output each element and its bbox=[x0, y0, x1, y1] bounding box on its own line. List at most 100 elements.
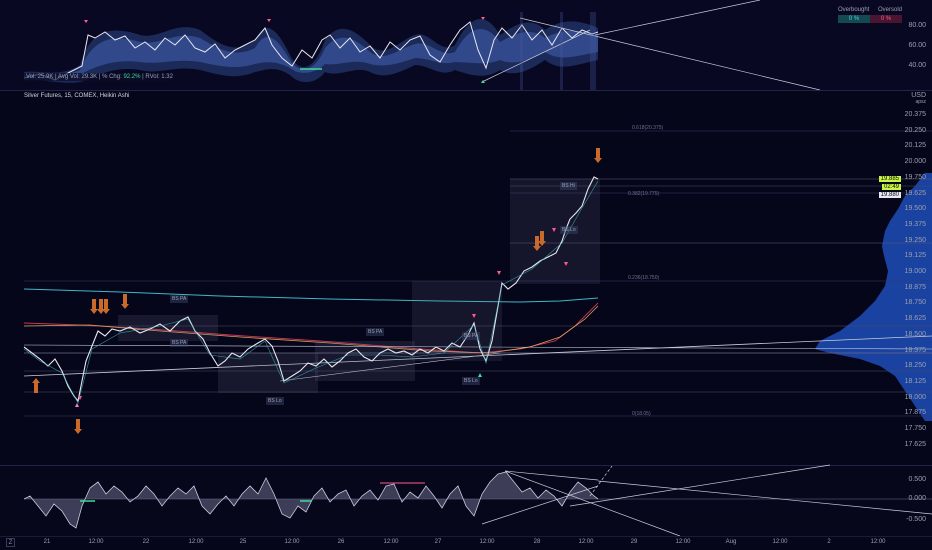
countdown-tag: 02:49 bbox=[881, 184, 901, 190]
moving-average-orange bbox=[23, 305, 599, 354]
range-box bbox=[118, 315, 218, 341]
overbought-value: 0 % bbox=[838, 15, 870, 23]
price-axis-label: 18.750 bbox=[904, 299, 926, 307]
volume-stat: Vol: 25.9K bbox=[26, 74, 54, 80]
time-axis-label: 27 bbox=[434, 539, 442, 545]
top-axis-label: 40.00 bbox=[908, 62, 926, 69]
highlight-region bbox=[560, 12, 563, 90]
prev-price-tag: 19.880 bbox=[878, 192, 901, 198]
price-axis-label: 19.000 bbox=[904, 268, 926, 275]
time-axis-label: 25 bbox=[239, 539, 247, 545]
time-axis-label: 12:00 bbox=[188, 539, 204, 545]
sell-arrow bbox=[102, 299, 110, 314]
price-axis-label: 19.625 bbox=[904, 189, 926, 197]
sell-arrow bbox=[121, 294, 129, 309]
bottom-axis-label: 0.500 bbox=[908, 476, 926, 483]
price-axis-label: 20.375 bbox=[904, 111, 926, 118]
price-axis-label: 18.125 bbox=[904, 377, 926, 385]
last-price-tag: 19.885 bbox=[878, 176, 901, 182]
price-chart-pane[interactable]: Silver Futures, 15, COMEX, Heikin Ashi B… bbox=[0, 91, 932, 465]
top-axis-label: 80.00 bbox=[908, 22, 926, 29]
time-axis-label: 12:00 bbox=[675, 539, 691, 545]
sell-arrow bbox=[74, 419, 82, 434]
currency-label: USD bbox=[911, 92, 926, 99]
time-axis-label: 2 bbox=[827, 539, 831, 545]
fib-level-label: 0.618(20.375) bbox=[632, 125, 664, 131]
range-box-label: BS Lo bbox=[560, 226, 578, 234]
range-box-label: BS PA bbox=[462, 332, 481, 340]
moving-average-teal bbox=[23, 288, 599, 303]
time-axis-label: 12:00 bbox=[578, 539, 594, 545]
top-axis-label: 60.00 bbox=[908, 42, 926, 49]
price-axis-label: 18.625 bbox=[904, 315, 926, 323]
price-axis-label: 20.000 bbox=[904, 158, 926, 166]
buy-signal-marker bbox=[75, 403, 79, 407]
range-box-label: BS PA bbox=[366, 328, 385, 336]
price-axis-label: 19.125 bbox=[904, 252, 926, 260]
bottom-axis-label: 0.000 bbox=[908, 495, 926, 502]
price-axis-label: 18.500 bbox=[904, 330, 926, 338]
buy-arrow bbox=[32, 378, 40, 393]
oscillator-bottom-svg bbox=[23, 464, 932, 537]
time-axis-label: Aug bbox=[725, 539, 737, 545]
currency-sublabel: apsz bbox=[915, 99, 926, 105]
rvol-stat: RVol: 1.32 bbox=[145, 74, 173, 80]
range-box bbox=[218, 353, 318, 393]
price-axis-label: 18.375 bbox=[904, 346, 926, 354]
range-box-label: BS Lo bbox=[266, 397, 284, 405]
price-axis-label: 17.750 bbox=[904, 425, 926, 432]
time-axis-label: 26 bbox=[337, 539, 345, 545]
oscillator-pane-bottom[interactable]: 0.500 0.000 -0.500 bbox=[0, 464, 932, 537]
pct-change-value: 92.2% bbox=[123, 74, 141, 80]
symbol-legend[interactable]: Silver Futures, 15, COMEX, Heikin Ashi bbox=[24, 93, 129, 99]
price-axis-label: 18.250 bbox=[904, 362, 926, 370]
oscillator-pane-top[interactable]: Overbought Oversold 0 % 0 % Vol: 25.9K |… bbox=[0, 0, 932, 91]
time-axis-label: 12:00 bbox=[88, 539, 104, 545]
volume-stats: Vol: 25.9K | Avg Vol: 29.3K | % Chg: 92.… bbox=[24, 73, 175, 81]
sell-signal-marker bbox=[497, 271, 501, 275]
price-axis-label: 19.250 bbox=[904, 236, 926, 244]
buy-signal-marker bbox=[481, 80, 485, 83]
highlight-region bbox=[520, 12, 523, 90]
time-axis-label: 22 bbox=[142, 539, 150, 545]
fib-level-label: 0(18.05) bbox=[632, 411, 651, 417]
oversold-label: Oversold bbox=[877, 7, 902, 13]
time-axis-label: 21 bbox=[43, 539, 51, 545]
price-axis-label: 18.000 bbox=[904, 393, 926, 401]
price-axis-label: 19.500 bbox=[904, 205, 926, 213]
fib-level-label: 0.382(19.775) bbox=[628, 191, 660, 197]
oversold-value: 0 % bbox=[870, 15, 902, 23]
trend-line bbox=[504, 470, 599, 481]
price-axis-label: 19.750 bbox=[904, 173, 926, 181]
range-box bbox=[412, 281, 502, 361]
fib-level-label: 0.236(18.750) bbox=[628, 275, 660, 281]
time-axis-label: 29 bbox=[630, 539, 638, 545]
time-axis-label: 12:00 bbox=[284, 539, 300, 545]
range-box-label: BS PA bbox=[170, 295, 189, 303]
range-box-label: BS Hi bbox=[560, 182, 577, 190]
timezone-icon[interactable]: Z bbox=[6, 538, 15, 547]
range-box bbox=[315, 341, 415, 381]
oscillator-area bbox=[24, 472, 598, 528]
trend-line bbox=[597, 480, 932, 515]
pct-change-label: % Chg: bbox=[102, 74, 122, 80]
price-chart-svg bbox=[23, 130, 932, 434]
bottom-axis-label: -0.500 bbox=[906, 516, 926, 523]
time-axis-label: 12:00 bbox=[479, 539, 495, 545]
price-axis-label: 20.125 bbox=[904, 142, 926, 150]
price-axis-label: 17.625 bbox=[904, 440, 926, 448]
time-axis-label: 12:00 bbox=[772, 539, 788, 545]
overbought-label: Overbought bbox=[838, 7, 870, 13]
time-axis[interactable]: 21 12:00 22 12:00 25 12:00 26 12:00 27 12:00 28 12:… bbox=[0, 536, 932, 550]
trend-line bbox=[504, 470, 681, 537]
price-axis-label: 19.375 bbox=[904, 220, 926, 228]
time-axis-label: 12:00 bbox=[383, 539, 399, 545]
sell-arrow bbox=[97, 299, 105, 314]
sell-signal-marker bbox=[84, 20, 88, 23]
overbought-oversold-box: Overbought Oversold 0 % 0 % bbox=[838, 7, 902, 23]
range-box-label: BS Lo bbox=[462, 377, 480, 385]
price-axis-label: 17.875 bbox=[904, 409, 926, 417]
avg-volume-stat: Avg Vol: 29.3K bbox=[57, 74, 98, 80]
highlight-region bbox=[590, 12, 596, 90]
price-axis-label: 20.250 bbox=[904, 126, 926, 134]
